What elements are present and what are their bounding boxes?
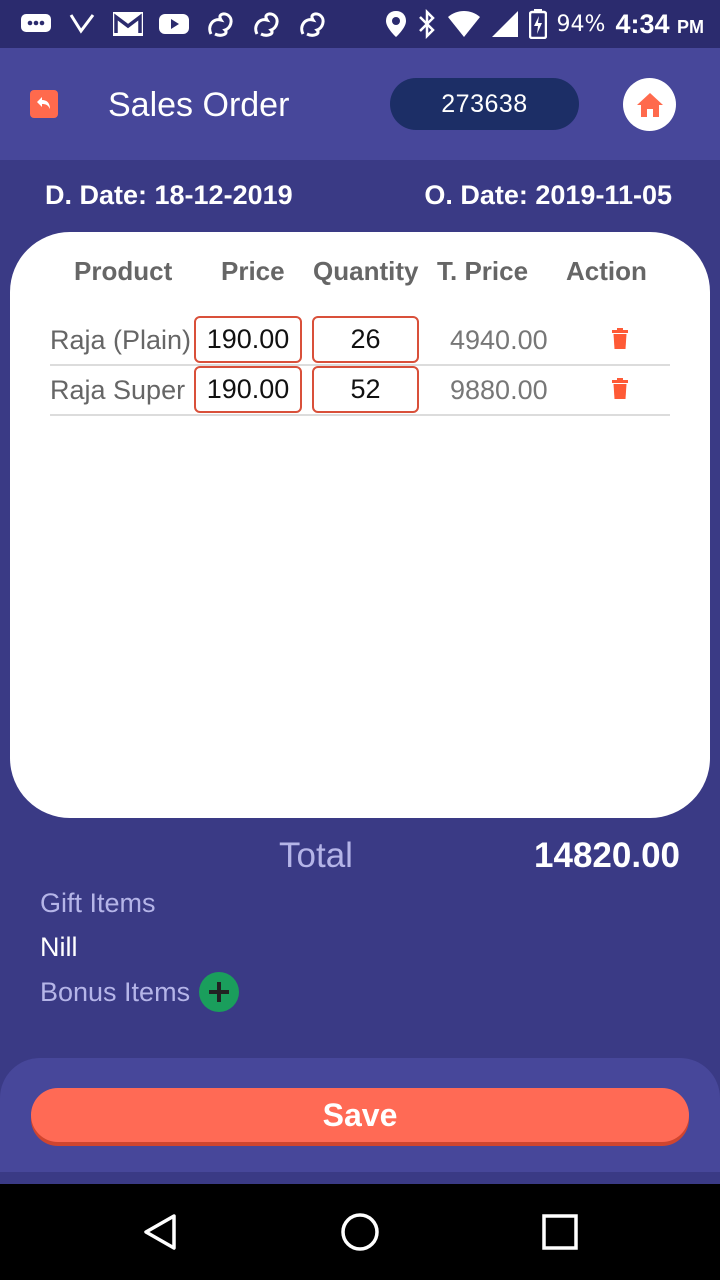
battery-percent: 94% — [556, 11, 606, 37]
save-button[interactable]: Save — [31, 1088, 689, 1142]
product-name: Raja (Plain) — [50, 325, 192, 355]
product-name: Raja Super — [50, 375, 186, 405]
add-bonus-item-button[interactable] — [199, 972, 239, 1012]
gmail-icon — [112, 10, 144, 38]
bluetooth-icon — [418, 9, 435, 39]
delete-icon[interactable] — [612, 328, 628, 350]
clock-suffix: PM — [677, 16, 704, 37]
price-input[interactable]: 190.00 — [194, 366, 302, 413]
signal-icon — [491, 11, 518, 37]
back-nav-icon[interactable] — [140, 1212, 180, 1252]
location-icon — [385, 11, 406, 37]
system-status: 94% 4:34 PM — [385, 6, 704, 42]
total-price: 9880.00 — [450, 375, 548, 405]
column-header-action: Action — [566, 256, 647, 286]
notification-icons — [20, 8, 328, 40]
quantity-input[interactable]: 26 — [312, 316, 419, 363]
home-button[interactable] — [623, 78, 676, 131]
back-button[interactable] — [30, 90, 58, 118]
status-bar: 94% 4:34 PM — [0, 0, 720, 48]
total-price: 4940.00 — [450, 325, 548, 355]
home-icon — [636, 92, 663, 117]
quantity-input[interactable]: 52 — [312, 366, 419, 413]
column-header-product: Product — [74, 256, 173, 286]
page-title: Sales Order — [108, 86, 290, 124]
gift-items-label: Gift Items — [40, 888, 156, 918]
app-header: Sales Order 273638 — [0, 48, 720, 160]
wifi-icon — [447, 11, 480, 37]
table-row: Raja Super 190.00 52 9880.00 — [50, 366, 670, 416]
total-label: Total — [279, 836, 353, 875]
system-navigation-bar — [0, 1184, 720, 1280]
uc-browser-icon — [204, 10, 236, 38]
plus-icon — [209, 982, 229, 1002]
delete-icon[interactable] — [612, 378, 628, 400]
order-items-card: Product Price Quantity T. Price Action R… — [10, 232, 710, 818]
price-input[interactable]: 190.00 — [194, 316, 302, 363]
youtube-icon — [158, 10, 190, 38]
home-nav-icon[interactable] — [340, 1212, 380, 1252]
total-value: 14820.00 — [534, 836, 680, 875]
delivery-date: D. Date: 18-12-2019 — [45, 180, 293, 210]
recents-nav-icon[interactable] — [540, 1212, 580, 1252]
clock: 4:34 PM — [615, 9, 704, 40]
table-row: Raja (Plain) 190.00 26 4940.00 — [50, 316, 670, 366]
column-header-total-price: T. Price — [437, 256, 529, 286]
clock-time: 4:34 — [615, 8, 670, 39]
order-date: O. Date: 2019-11-05 — [424, 180, 672, 210]
uc-browser-icon — [296, 10, 328, 38]
battery-icon — [528, 9, 547, 39]
order-number-badge: 273638 — [390, 78, 579, 130]
messages-icon — [20, 10, 52, 38]
missed-call-icon — [66, 10, 98, 38]
gift-items-value: Nill — [40, 932, 78, 962]
column-header-quantity: Quantity — [313, 256, 419, 286]
bonus-items-label: Bonus Items — [40, 977, 191, 1007]
back-arrow-icon — [37, 97, 50, 109]
column-header-price: Price — [221, 256, 285, 286]
uc-browser-icon — [250, 10, 282, 38]
